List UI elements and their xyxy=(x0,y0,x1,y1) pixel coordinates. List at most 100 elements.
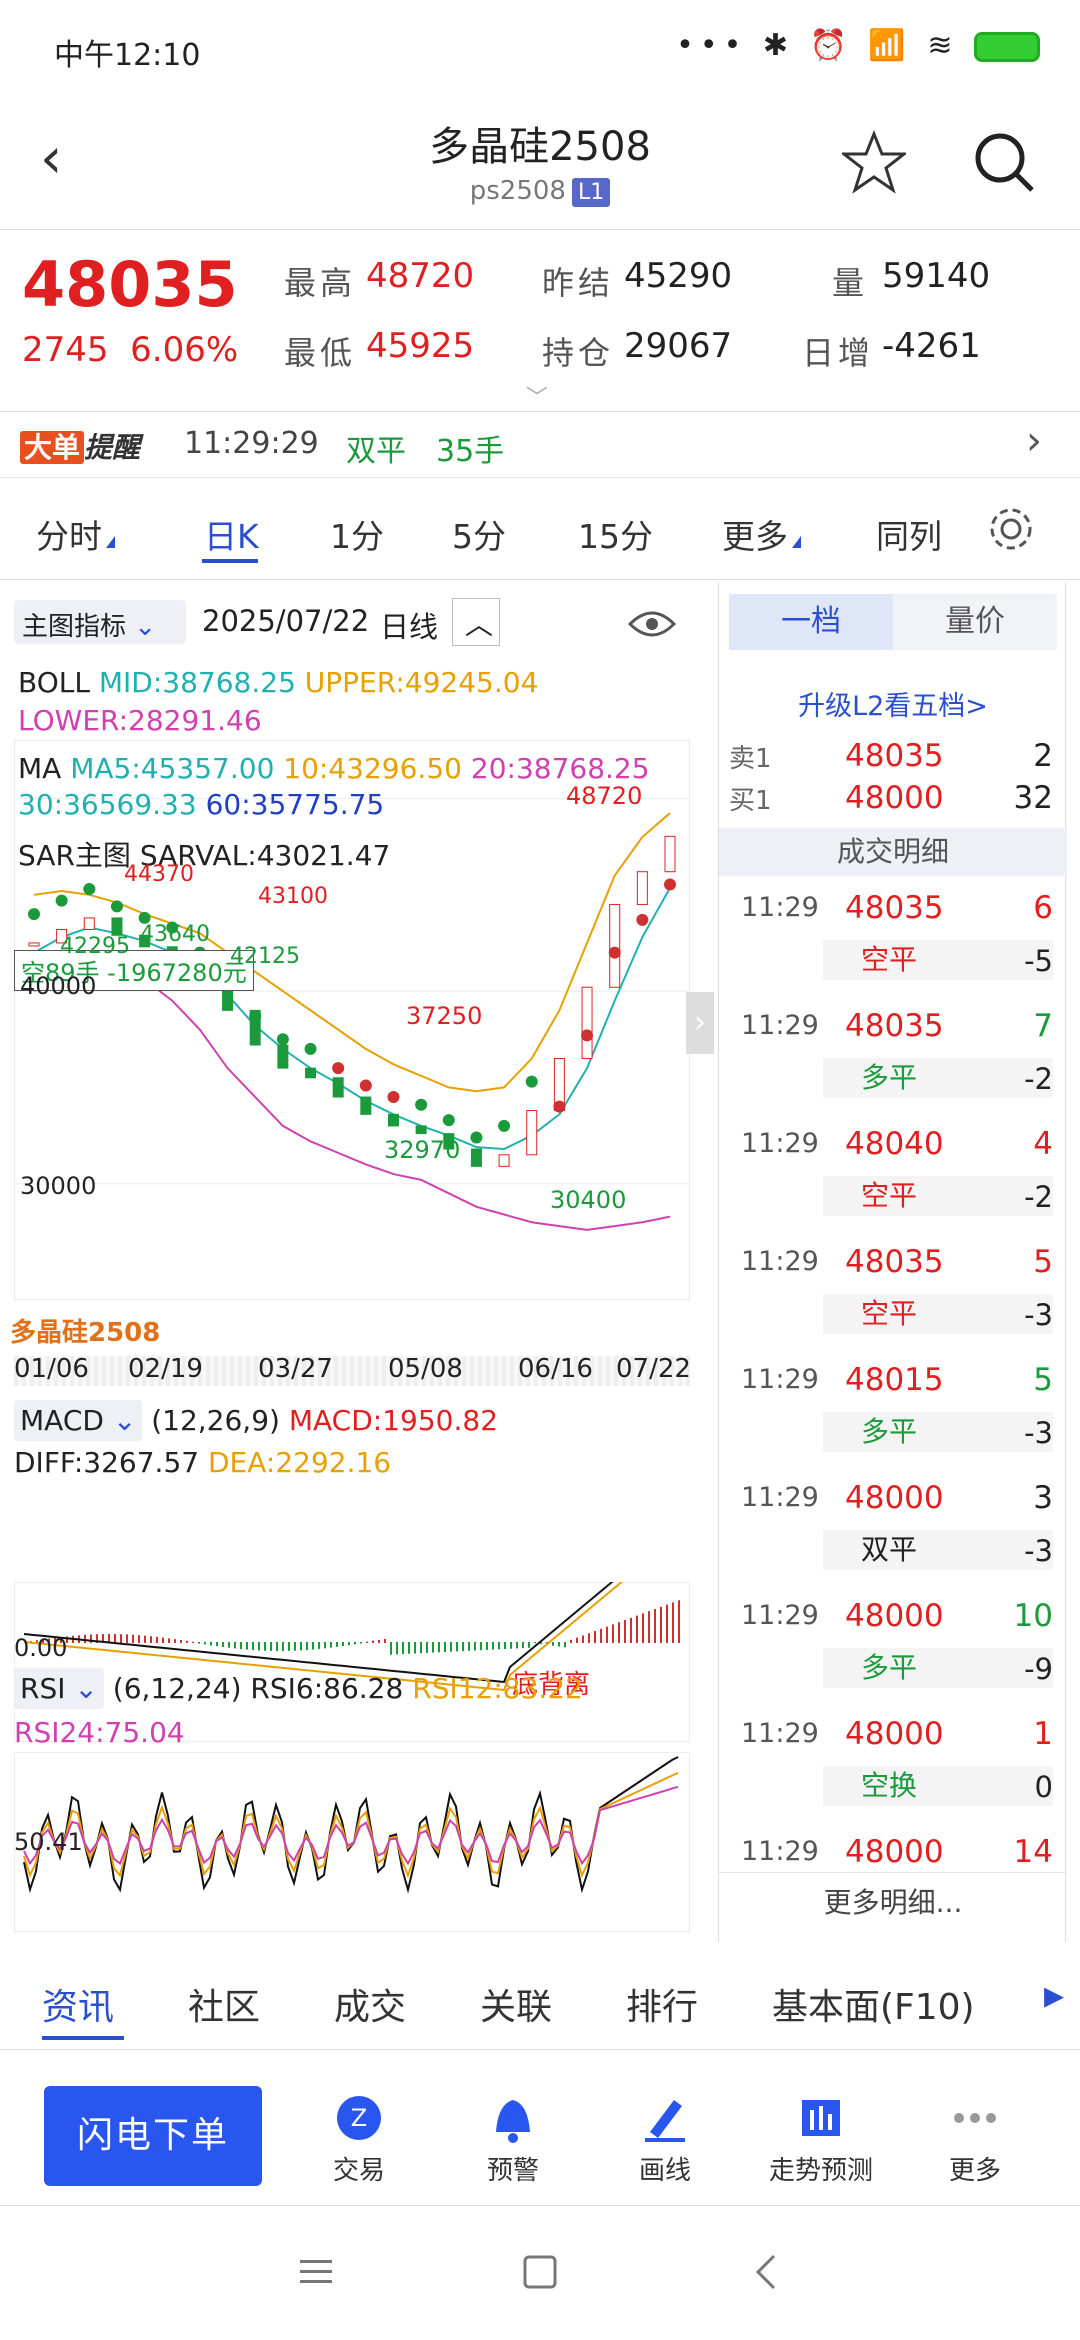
favorite-star-icon[interactable] xyxy=(842,130,906,194)
tab-fundamentals[interactable]: 基本面(F10) xyxy=(772,1978,975,2030)
tab-community[interactable]: 社区 xyxy=(188,1978,260,2030)
trade-list[interactable]: 11:29 48035 6 空平 -5 11:29 48035 7 多平 -2 11:29 48040… xyxy=(719,882,1067,1868)
chart-area[interactable]: 主图指标 ⌄ 2025/07/22 日线 ︿ BOLL MID:38768.25… xyxy=(0,582,714,1942)
tab-news[interactable]: 资讯 xyxy=(42,1978,114,2030)
change-percent: 6.06% xyxy=(130,330,239,370)
macd-bar xyxy=(582,1635,584,1643)
tab-15min[interactable]: 15分 xyxy=(578,510,653,558)
macd-bar xyxy=(594,1631,596,1643)
rsi-mid-label: 50.41 xyxy=(14,1828,83,1856)
price-chart[interactable] xyxy=(14,740,690,1300)
rsi-chart[interactable] xyxy=(14,1752,690,1932)
macd-bar xyxy=(420,1642,422,1654)
macd-bar xyxy=(252,1642,254,1651)
more-dots-icon xyxy=(954,2113,996,2123)
candle xyxy=(277,1044,289,1069)
bluetooth-icon: ✱ xyxy=(762,28,794,63)
expand-panel-handle[interactable]: › xyxy=(686,992,714,1054)
tab-more[interactable]: 更多 xyxy=(722,510,801,558)
prev-settle-value: 45290 xyxy=(624,256,733,296)
big-order-alert[interactable]: 大单 提醒 11:29:29 双平 35手 › xyxy=(0,412,1080,478)
macd-bar xyxy=(558,1642,560,1647)
macd-bar xyxy=(636,1615,638,1643)
macd-bar xyxy=(672,1602,674,1643)
menu-icon[interactable] xyxy=(296,2252,336,2292)
macd-bar xyxy=(504,1642,506,1649)
tab-same-column[interactable]: 同列 xyxy=(876,510,942,558)
collapse-button[interactable]: ︿ xyxy=(452,598,500,646)
tab-trades[interactable]: 成交 xyxy=(334,1978,406,2030)
macd-bar xyxy=(126,1634,128,1643)
tab-related[interactable]: 关联 xyxy=(480,1978,552,2030)
tab-daily-k[interactable]: 日K xyxy=(204,510,259,558)
system-nav-bar xyxy=(0,2206,1080,2340)
tab-1min[interactable]: 1分 xyxy=(330,510,384,558)
tab-intraday[interactable]: 分时 xyxy=(36,510,115,558)
sar-dot xyxy=(83,883,96,896)
symbol-line: ps2508 L1 xyxy=(0,176,1080,207)
macd-bar xyxy=(564,1642,566,1648)
draw-line-button[interactable]: 画线 xyxy=(590,2092,740,2187)
chevron-right-icon[interactable]: › xyxy=(1026,418,1042,464)
x-label-0: 01/06 xyxy=(14,1354,89,1384)
candle xyxy=(28,942,40,947)
eye-icon[interactable] xyxy=(628,606,676,642)
macd-bar xyxy=(270,1642,272,1651)
trade-volume: 3 xyxy=(1033,1480,1053,1516)
more-button[interactable]: 更多 xyxy=(900,2092,1050,2187)
high-label: 最高 xyxy=(284,264,357,302)
annotation-43640: 43640 xyxy=(140,922,210,947)
trade-detail-header: 成交明细 xyxy=(719,828,1067,876)
macd-zero-label: 0.00 xyxy=(14,1634,68,1662)
macd-bar xyxy=(342,1642,344,1647)
macd-bar xyxy=(228,1642,230,1648)
change-value: 2745 xyxy=(22,330,109,370)
tab-5min[interactable]: 5分 xyxy=(452,510,506,558)
macd-bar xyxy=(192,1641,194,1643)
battery-icon xyxy=(974,31,1040,62)
trade-oi-change: -5 xyxy=(1024,944,1053,978)
trade-button[interactable]: Z 交易 xyxy=(284,2092,434,2187)
settings-gear-icon[interactable] xyxy=(986,504,1036,554)
trade-row: 11:29 48035 6 空平 -5 xyxy=(719,882,1067,1000)
sar-dot xyxy=(608,946,621,959)
sar-dot xyxy=(664,878,676,891)
macd-bar xyxy=(384,1639,386,1643)
trade-time: 11:29 xyxy=(741,1718,819,1749)
macd-bar xyxy=(516,1642,518,1649)
upgrade-l2-link[interactable]: 升级L2看五档> xyxy=(719,684,1067,723)
home-icon[interactable] xyxy=(520,2252,560,2292)
boll-legend: BOLL MID:38768.25 UPPER:49245.04 xyxy=(18,666,539,699)
macd-bar xyxy=(492,1642,494,1650)
trend-forecast-button[interactable]: 走势预测 xyxy=(746,2092,896,2187)
y-label-40000: 40000 xyxy=(20,972,97,1000)
flash-order-button[interactable]: 闪电下单 xyxy=(44,2086,262,2186)
alert-button[interactable]: 预警 xyxy=(438,2092,588,2187)
tab-level1[interactable]: 一档 xyxy=(729,594,893,650)
macd-select[interactable]: MACD ⌄ xyxy=(14,1400,143,1441)
trade-price: 48015 xyxy=(845,1362,944,1398)
main-indicator-select[interactable]: 主图指标 ⌄ xyxy=(14,600,186,644)
scroll-right-arrow-icon[interactable]: ▸ xyxy=(1044,1972,1064,2018)
level-badge[interactable]: L1 xyxy=(571,178,611,207)
rsi-select[interactable]: RSI ⌄ xyxy=(14,1668,104,1709)
tab-ranking[interactable]: 排行 xyxy=(626,1978,698,2030)
sar-dot xyxy=(581,1029,594,1042)
macd-bar xyxy=(456,1642,458,1652)
trade-volume: 14 xyxy=(1013,1834,1053,1868)
back-icon[interactable] xyxy=(748,2252,788,2292)
search-icon[interactable] xyxy=(972,130,1036,194)
tab-volume-price[interactable]: 量价 xyxy=(893,594,1057,650)
volume-label: 量 xyxy=(832,264,869,302)
symbol-code: ps2508 xyxy=(469,176,566,206)
macd-bar xyxy=(432,1642,434,1653)
candle xyxy=(498,1154,510,1167)
sar-dot xyxy=(332,1062,345,1075)
trade-price: 48035 xyxy=(845,1008,944,1044)
expand-chevron-icon[interactable]: ﹀ xyxy=(526,380,548,412)
more-details-link[interactable]: 更多明细... xyxy=(719,1872,1067,1932)
status-icons: ••• ✱ ⏰ 📶 ≋ xyxy=(676,28,1040,63)
alert-logo: 大单 提醒 xyxy=(20,426,140,466)
candle xyxy=(581,986,593,1060)
macd-bar xyxy=(678,1600,680,1643)
